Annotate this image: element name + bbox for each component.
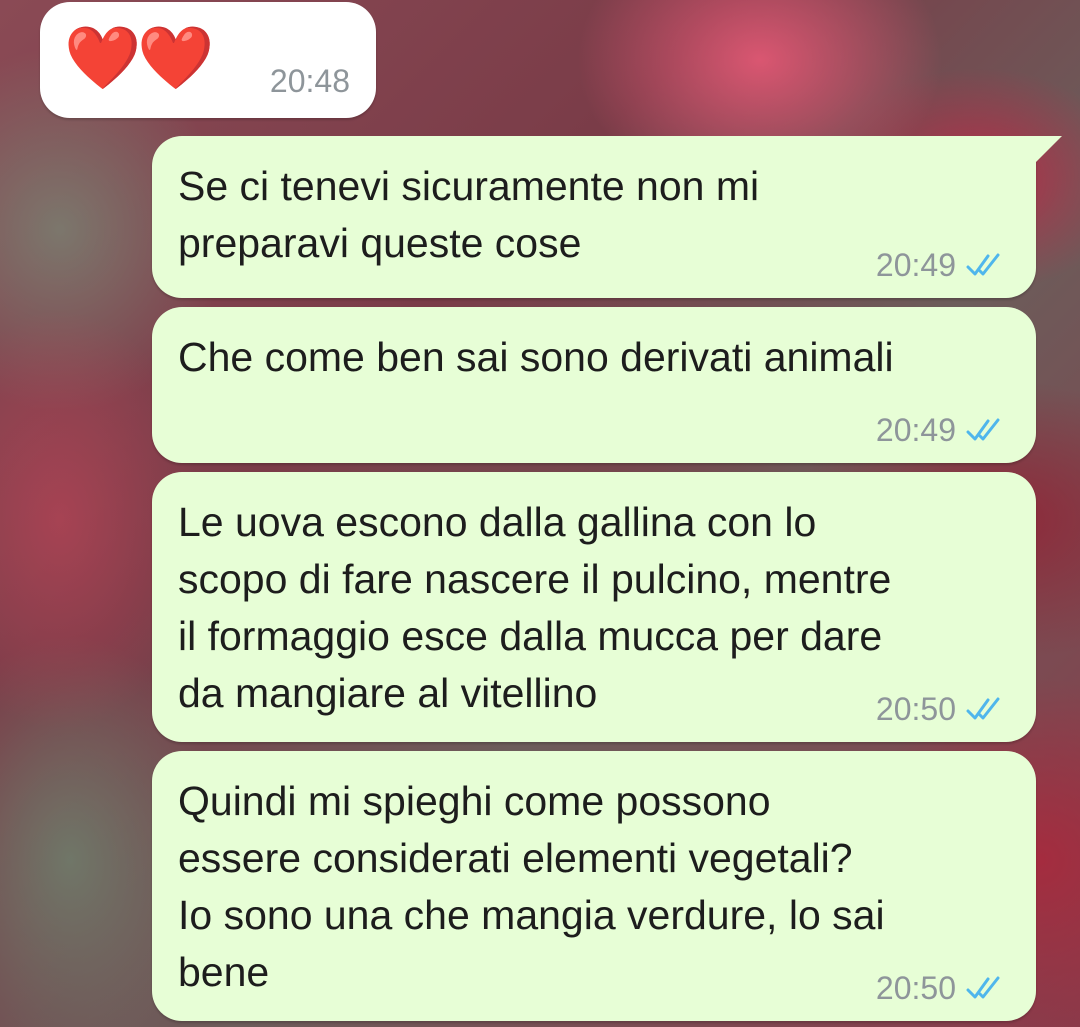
message-bubble-outgoing[interactable]: Che come ben sai sono derivati animali 2… bbox=[152, 307, 1036, 463]
message-text: Le uova escono dalla gallina con lo scop… bbox=[178, 499, 892, 716]
double-check-read-icon bbox=[966, 418, 1000, 441]
message-text: Che come ben sai sono derivati animali bbox=[178, 334, 894, 380]
message-bubble-outgoing[interactable]: Quindi mi spieghi come possono essere co… bbox=[152, 751, 1036, 1021]
bubble-tail bbox=[1036, 136, 1062, 162]
message-meta: 20:48 bbox=[270, 62, 350, 100]
double-check-read-icon bbox=[966, 253, 1000, 276]
double-check-read-icon bbox=[966, 976, 1000, 999]
message-text: Quindi mi spieghi come possono essere co… bbox=[178, 778, 885, 995]
message-meta: 20:50 bbox=[876, 969, 1010, 1007]
message-bubble-outgoing[interactable]: Le uova escono dalla gallina con lo scop… bbox=[152, 472, 1036, 742]
message-time: 20:50 bbox=[875, 970, 956, 1006]
double-check-read-icon bbox=[966, 697, 1000, 720]
message-time: 20:48 bbox=[269, 63, 350, 99]
message-meta: 20:49 bbox=[876, 411, 1010, 449]
message-time: 20:49 bbox=[875, 412, 956, 448]
message-bubble-outgoing[interactable]: Se ci tenevi sicuramente non mi preparav… bbox=[152, 136, 1036, 298]
message-time: 20:49 bbox=[875, 247, 956, 283]
message-meta: 20:49 bbox=[876, 246, 1010, 284]
message-time: 20:50 bbox=[875, 691, 956, 727]
message-meta: 20:50 bbox=[876, 690, 1010, 728]
heart-emoji-text: ❤️❤️ bbox=[64, 24, 214, 93]
message-bubble-incoming[interactable]: ❤️❤️ 20:48 bbox=[40, 2, 376, 118]
